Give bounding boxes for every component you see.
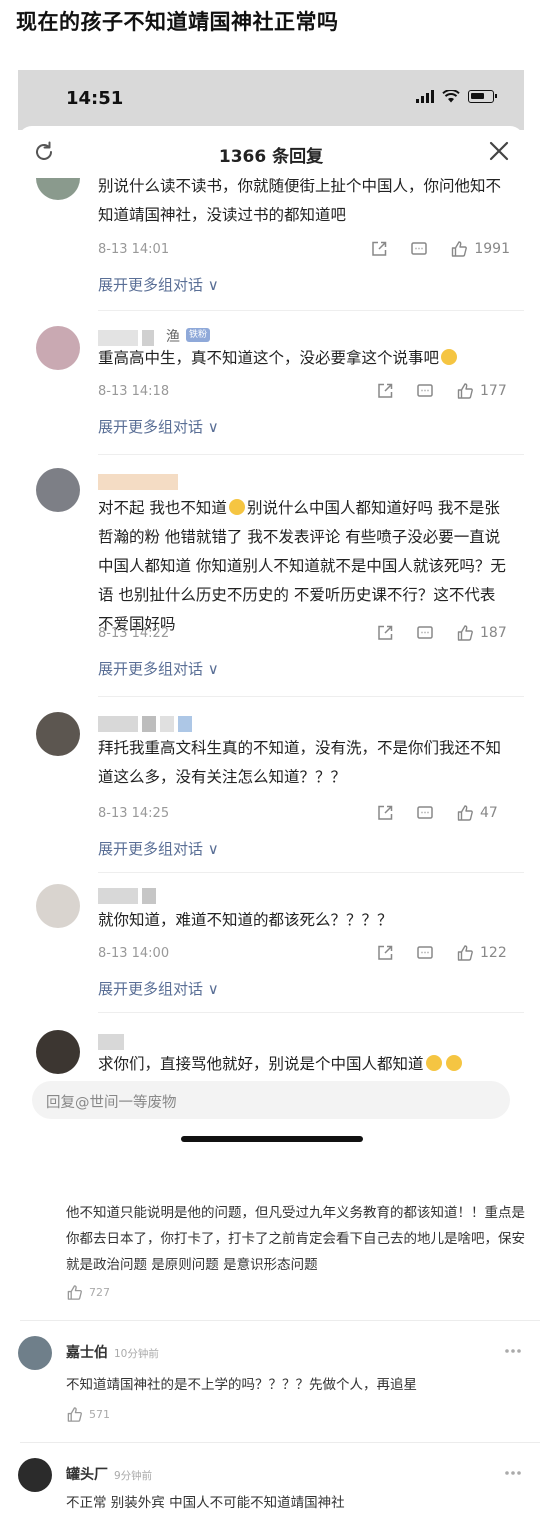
avatar[interactable]: [18, 1458, 52, 1492]
comment-icon[interactable]: [410, 240, 428, 258]
comment-time: 8-13 14:22: [98, 626, 170, 641]
username: 罐头厂 9分钟前: [66, 1467, 153, 1483]
comment-text: 不正常 别装外宾 中国人不可能不知道靖国神社: [66, 1495, 345, 1511]
expand-replies-link[interactable]: 展开更多组对话 ∨: [98, 658, 219, 679]
username-redacted: [98, 716, 196, 732]
comment-meta: 8-13 14:18 177: [98, 382, 510, 402]
like-icon[interactable]: [456, 382, 474, 400]
like-icon: [67, 1407, 82, 1422]
username: 嘉士伯 10分钟前: [66, 1345, 159, 1361]
comment-meta: 8-13 14:01 1991: [98, 240, 510, 260]
username-redacted: [98, 1034, 128, 1050]
comment-time: 8-13 14:18: [98, 384, 170, 399]
divider: [98, 454, 524, 455]
wifi-icon: [442, 90, 460, 103]
like-count: 177: [480, 383, 507, 399]
divider: [98, 872, 524, 873]
like-icon[interactable]: [456, 624, 474, 642]
like-count: 122: [480, 945, 507, 961]
comment-time: 9分钟前: [114, 1470, 153, 1482]
close-icon[interactable]: [488, 140, 510, 162]
smile-emoji: [441, 349, 458, 365]
comment-time: 10分钟前: [114, 1348, 159, 1360]
like-button[interactable]: 571: [66, 1406, 110, 1423]
divider: [20, 1442, 540, 1443]
comment-meta: 8-13 14:22 187: [98, 624, 510, 644]
more-icon[interactable]: [504, 1348, 522, 1354]
expand-replies-link[interactable]: 展开更多组对话 ∨: [98, 978, 219, 999]
comment-text: 重高高中生，真不知道这个，没必要拿这个说事吧: [98, 344, 510, 373]
comment-meta: 8-13 14:25 47: [98, 804, 510, 824]
battery-icon: [468, 90, 497, 103]
comment-time: 8-13 14:01: [98, 242, 170, 257]
phone-screenshot: 14:51 1366 条回复 别说什么读不读书，你就随便街上扯个中国人，你问他知…: [18, 70, 524, 1160]
avatar[interactable]: [36, 1030, 80, 1074]
avatar[interactable]: [36, 468, 80, 512]
comment-text: 不知道靖国神社的是不上学的吗？？？？先做个人，再追星: [66, 1377, 417, 1393]
avatar[interactable]: [18, 1336, 52, 1370]
like-button[interactable]: 727: [66, 1284, 110, 1301]
share-icon[interactable]: [376, 944, 394, 962]
comment-time: 8-13 14:25: [98, 806, 170, 821]
fan-badge: 铁粉: [186, 328, 211, 342]
like-count: 1991: [474, 241, 510, 257]
avatar[interactable]: [36, 712, 80, 756]
comment-text: 拜托我重高文科生真的不知道，没有洗，不是你们我还不知道这么多，没有关注怎么知道？…: [98, 739, 502, 786]
comment-icon[interactable]: [416, 382, 434, 400]
comment-meta: 8-13 14:00 122: [98, 944, 510, 964]
comment-text: 别说什么读不读书，你就随便街上扯个中国人，你问他知不知道靖国神社，没读过书的都知…: [98, 178, 502, 224]
like-icon[interactable]: [456, 944, 474, 962]
comment-icon[interactable]: [416, 944, 434, 962]
like-count: 187: [480, 625, 507, 641]
expand-replies-link[interactable]: 展开更多组对话 ∨: [98, 838, 219, 859]
second-screenshot-comments: 他不知道只能说明是他的问题，但凡受过九年义务教育的都该知道！！重点是你都去日本了…: [0, 1160, 540, 1516]
comment-thread[interactable]: 别说什么读不读书，你就随便街上扯个中国人，你问他知不知道靖国神社，没读过书的都知…: [18, 178, 524, 1078]
expand-replies-link[interactable]: 展开更多组对话 ∨: [98, 416, 219, 437]
like-icon[interactable]: [456, 804, 474, 822]
status-time: 14:51: [66, 88, 124, 109]
avatar[interactable]: [36, 178, 80, 200]
comment-icon[interactable]: [416, 624, 434, 642]
like-icon: [67, 1285, 82, 1300]
crying-emoji: [445, 1055, 462, 1071]
comment-text: 就你知道，难道不知道的都该死么？？？？: [98, 911, 393, 929]
comment-time: 8-13 14:00: [98, 946, 170, 961]
username-redacted: [98, 888, 160, 904]
like-count: 727: [89, 1286, 110, 1299]
divider: [98, 696, 524, 697]
comment-text: 对不起 我也不知道 别说什么中国人都知道好吗 我不是张哲瀚的粉 他错就错了 我不发…: [98, 499, 506, 633]
comment-text: 他不知道只能说明是他的问题，但凡受过九年义务教育的都该知道！！重点是你都去日本了…: [66, 1205, 525, 1273]
post-title: 现在的孩子不知道靖国神社正常吗: [16, 10, 339, 34]
divider: [98, 310, 524, 311]
reply-sheet: 1366 条回复 别说什么读不读书，你就随便街上扯个中国人，你问他知不知道靖国神…: [18, 126, 524, 1160]
more-icon[interactable]: [504, 1470, 522, 1476]
like-icon[interactable]: [450, 240, 468, 258]
share-icon[interactable]: [376, 624, 394, 642]
divider: [98, 1012, 524, 1013]
smile-emoji: [228, 499, 245, 515]
reply-input[interactable]: 回复@世间一等废物: [32, 1081, 510, 1119]
sheet-header: 1366 条回复: [18, 126, 524, 178]
signal-icon: [416, 90, 434, 103]
username-redacted: [98, 474, 182, 490]
like-count: 47: [480, 805, 498, 821]
status-icons: [416, 90, 497, 103]
sheet-title: 1366 条回复: [218, 147, 324, 167]
share-icon[interactable]: [376, 804, 394, 822]
home-indicator: [181, 1136, 363, 1142]
like-count: 571: [89, 1408, 110, 1421]
username: 渔: [166, 329, 180, 345]
crying-emoji: [425, 1055, 442, 1071]
comment-icon[interactable]: [416, 804, 434, 822]
divider: [20, 1320, 540, 1321]
comment-text: 求你们，直接骂他就好，别说是个中国人都知道: [98, 1050, 510, 1078]
avatar[interactable]: [36, 326, 80, 370]
share-icon[interactable]: [376, 382, 394, 400]
reply-placeholder: 回复@世间一等废物: [46, 1095, 177, 1111]
expand-replies-link[interactable]: 展开更多组对话 ∨: [98, 274, 219, 295]
share-icon[interactable]: [370, 240, 388, 258]
avatar[interactable]: [36, 884, 80, 928]
status-bar: 14:51: [18, 70, 524, 130]
